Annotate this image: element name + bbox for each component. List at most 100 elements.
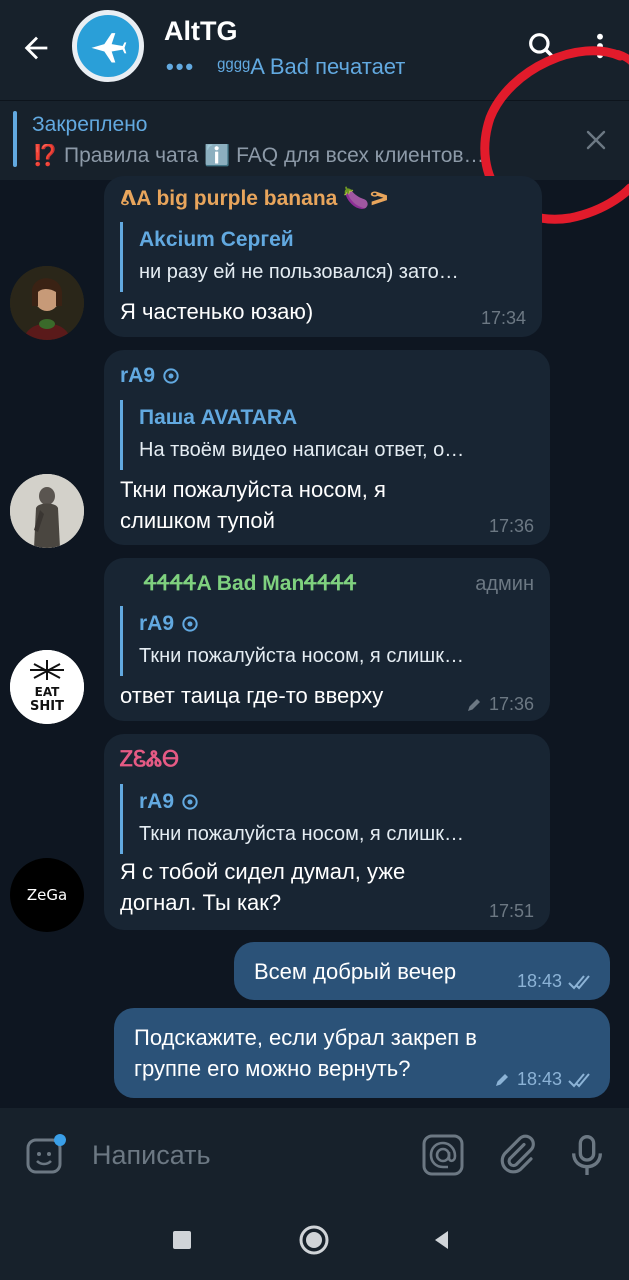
reply-text: На твоём видео написан ответ, о…: [139, 439, 465, 461]
message-text: Я с тобой сидел думал, уже догнал. Ты ка…: [120, 856, 405, 918]
pinned-message-bar[interactable]: Закреплено ⁉️ Правила чата ℹ️ FAQ для вс…: [0, 100, 629, 180]
avatar-label-1: EAT: [35, 685, 61, 699]
message-bubble[interactable]: ᏎᏎᏎᏎA Bad ManᏎᏎᏎᏎ админ rA9 Ткни пожалуй…: [104, 558, 550, 721]
attach-button[interactable]: [494, 1132, 540, 1178]
nav-circle-icon: [299, 1225, 329, 1255]
edit-pencil-icon: [467, 698, 480, 711]
message-bubble[interactable]: ᏃᏋᏜᎾ rA9 Ткни пожалуйста носом, я слишк……: [104, 734, 550, 930]
sticker-button[interactable]: [22, 1132, 68, 1178]
sender-name[interactable]: ᏃᏋᏜᎾ: [120, 748, 179, 772]
reply-name-text: rA9: [139, 789, 175, 813]
user-avatar-bad-man[interactable]: EAT SHIT: [10, 650, 84, 724]
mic-icon: [572, 1135, 602, 1175]
message-time: 17:51: [488, 901, 534, 921]
message-time-text: 18:43: [516, 1069, 562, 1089]
pinned-close-button[interactable]: [581, 125, 611, 155]
user-avatar-ra9[interactable]: [10, 474, 84, 548]
mention-icon: [422, 1134, 464, 1176]
chat-title[interactable]: AltTG: [164, 16, 238, 47]
search-button[interactable]: [522, 26, 562, 66]
settings-gear-icon: [163, 368, 179, 384]
sender-name[interactable]: ᏎᏎᏎᏎA Bad ManᏎᏎᏎᏎ: [144, 572, 357, 596]
nav-recents-button[interactable]: [160, 1218, 204, 1262]
sender-name[interactable]: rA9: [120, 364, 181, 388]
message-input-bar: Написать: [0, 1108, 629, 1200]
sticker-icon: [26, 1134, 66, 1174]
search-icon: [529, 33, 556, 60]
message-time: 17:36: [488, 516, 534, 536]
message-text: Я частенько юзаю): [120, 299, 314, 324]
group-avatar-jet-icon: [91, 33, 127, 63]
message-text: Всем добрый вечер: [254, 959, 457, 984]
typing-dots: •••: [166, 54, 196, 79]
sender-name[interactable]: ᕕA big purple banana 🍆ᕗ: [120, 186, 389, 211]
user-avatar-zega[interactable]: ZeGa: [10, 858, 84, 932]
nav-back-button[interactable]: [420, 1218, 464, 1262]
outgoing-message-bubble[interactable]: Подскажите, если убрал закреп в группе е…: [114, 1008, 610, 1098]
reply-name-text: rA9: [139, 611, 175, 635]
group-avatar[interactable]: [72, 10, 144, 82]
message-bubble[interactable]: ᕕA big purple banana 🍆ᕗ Akcium Сергей ни…: [104, 176, 542, 337]
attach-icon: [500, 1134, 535, 1174]
reply-name: rA9: [139, 606, 536, 641]
reply-preview[interactable]: Akcium Сергей ни разу ей не пользовался)…: [120, 222, 528, 292]
reply-text: ни разу ей не пользовался) зато…: [139, 261, 459, 283]
message-time-text: 18:43: [516, 971, 562, 991]
reply-name: Akcium Сергей: [139, 227, 294, 251]
avatar-label-2: SHIT: [30, 699, 64, 714]
reply-name: rA9: [139, 784, 536, 819]
more-vert-icon: [597, 33, 603, 59]
outgoing-message-bubble[interactable]: Всем добрый вечер 18:43: [234, 942, 610, 1000]
message-text-line: Подскажите, если убрал закреп в: [134, 1025, 477, 1050]
message-text-line: группе его можно вернуть?: [134, 1056, 411, 1081]
message-time: 18:43: [517, 971, 594, 992]
system-nav-bar: [0, 1200, 629, 1280]
reply-text: Ткни пожалуйста носом, я слишк…: [139, 645, 464, 667]
message-time-text: 17:36: [488, 694, 534, 714]
pinned-stripe: [13, 111, 17, 167]
message-time: 17:36: [465, 694, 534, 715]
mention-button[interactable]: [420, 1132, 466, 1178]
pinned-title: Закреплено: [32, 113, 148, 136]
message-text-line: Ткни пожалуйста носом, я: [120, 477, 386, 502]
admin-badge: админ: [475, 573, 534, 595]
mosquito-logo-icon: EAT SHIT: [10, 650, 84, 724]
message-text-line: слишком тупой: [120, 508, 275, 533]
message-text: Ткни пожалуйста носом, я слишком тупой: [120, 474, 386, 536]
pinned-text: ⁉️ Правила чата ℹ️ FAQ для всех клиентов…: [32, 144, 485, 167]
message-text: Подскажите, если убрал закреп в группе е…: [134, 1022, 477, 1084]
settings-gear-icon: [182, 615, 198, 632]
message-bubble[interactable]: rA9 Паша AVATARA На твоём видео написан …: [104, 350, 550, 545]
sender-name-text: rA9: [120, 364, 156, 387]
message-text: ответ таица где-то вверху: [120, 683, 384, 708]
typing-status: ••• ᵍᵍᵍᵍA Bad печатает: [166, 54, 405, 80]
nav-back-icon: [435, 1231, 448, 1249]
close-icon: [586, 130, 606, 150]
typing-text: ᵍᵍᵍᵍA Bad печатает: [217, 54, 406, 79]
portrait-avatar-icon: [10, 474, 84, 548]
reply-name: Паша AVATARA: [139, 405, 298, 429]
message-text-line: Я с тобой сидел думал, уже: [120, 859, 406, 884]
reply-preview[interactable]: rA9 Ткни пожалуйста носом, я слишк…: [120, 784, 536, 854]
message-text-line: догнал. Ты как?: [120, 890, 282, 915]
back-arrow-icon: [24, 36, 48, 60]
voice-record-button[interactable]: [564, 1132, 610, 1178]
avatar-label: ZeGa: [26, 886, 68, 904]
portrait-avatar-icon: [10, 266, 84, 340]
double-check-icon: [568, 1072, 590, 1087]
message-time: 18:43: [493, 1069, 594, 1090]
reply-preview[interactable]: Паша AVATARA На твоём видео написан отве…: [120, 400, 536, 470]
back-button[interactable]: [14, 26, 58, 70]
nav-home-button[interactable]: [292, 1218, 336, 1262]
reply-text: Ткни пожалуйста носом, я слишк…: [139, 823, 464, 845]
chat-header: AltTG ••• ᵍᵍᵍᵍA Bad печатает: [0, 0, 629, 100]
more-menu-button[interactable]: [580, 26, 620, 66]
message-input[interactable]: Написать: [92, 1140, 211, 1171]
double-check-icon: [568, 974, 590, 989]
user-avatar-banana[interactable]: [10, 266, 84, 340]
edit-pencil-icon: [495, 1073, 508, 1086]
nav-square-icon: [173, 1231, 191, 1249]
reply-preview[interactable]: rA9 Ткни пожалуйста носом, я слишк…: [120, 606, 536, 676]
message-time: 17:34: [480, 308, 526, 328]
settings-gear-icon: [182, 793, 198, 810]
